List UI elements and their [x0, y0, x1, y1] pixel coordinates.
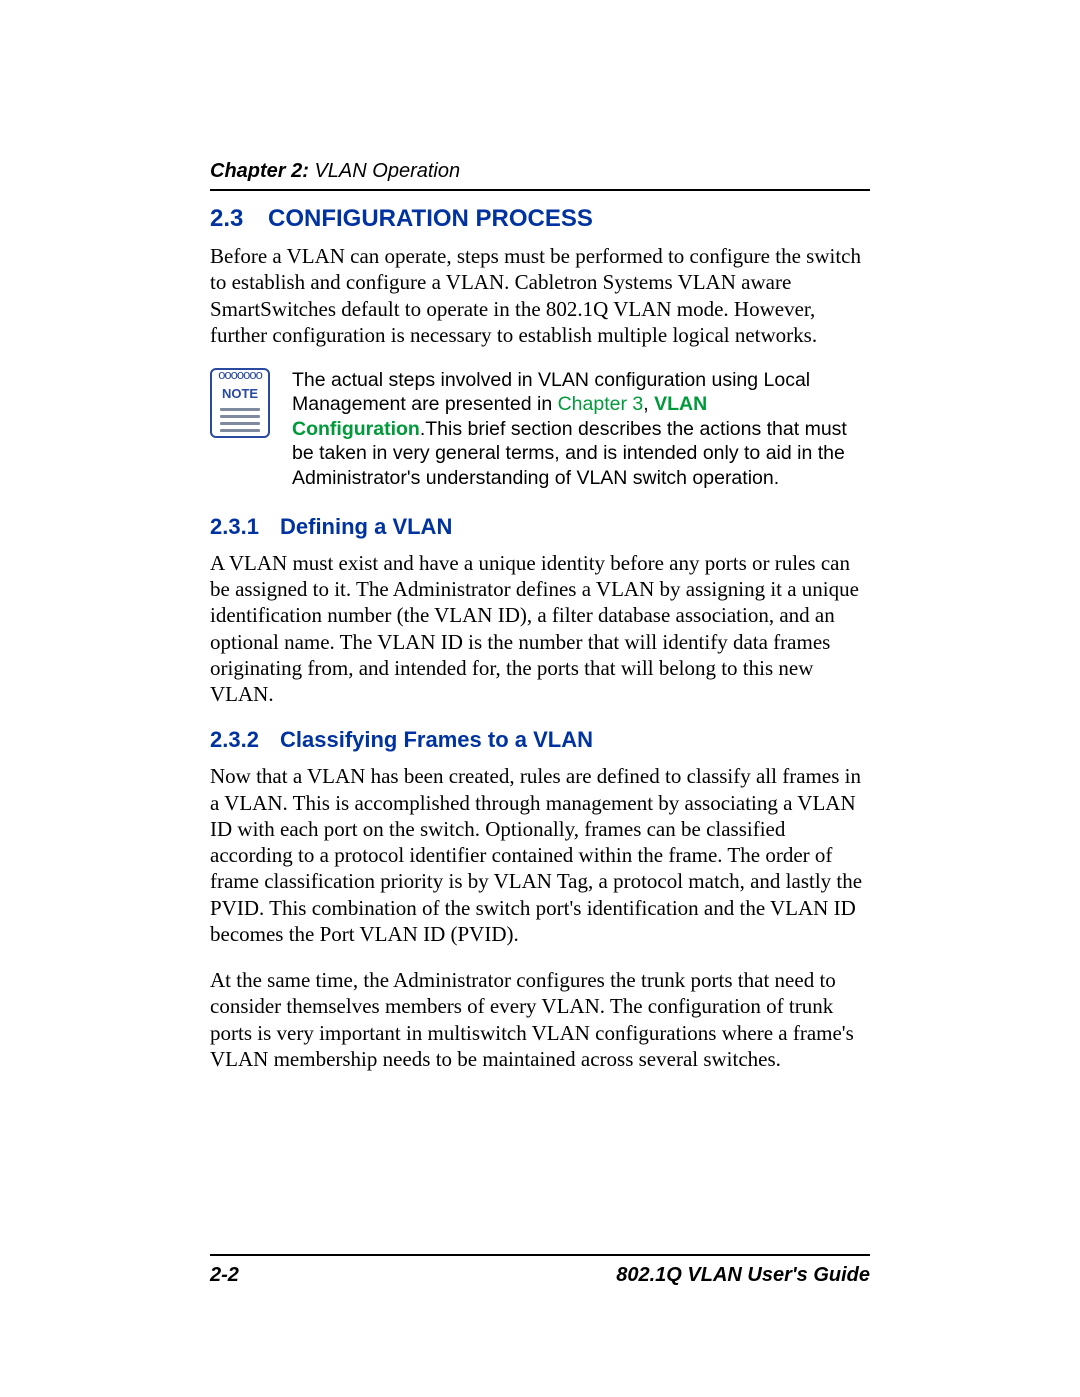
note-block: ooooooo NOTE The actual steps involved i… — [210, 368, 870, 490]
page: Chapter 2: VLAN Operation 2.3CONFIGURATI… — [0, 0, 1080, 1397]
paragraph-2-3-1: A VLAN must exist and have a unique iden… — [210, 550, 870, 708]
section-number: 2.3.2 — [210, 727, 280, 753]
note-icon-label: NOTE — [212, 386, 268, 401]
chapter-title: VLAN Operation — [309, 160, 460, 182]
section-number: 2.3 — [210, 205, 268, 233]
heading-2-3: 2.3CONFIGURATION PROCESS — [210, 205, 870, 233]
paragraph-2-3-2-a: Now that a VLAN has been created, rules … — [210, 763, 870, 947]
section-title: Defining a VLAN — [280, 514, 452, 539]
heading-2-3-2: 2.3.2Classifying Frames to a VLAN — [210, 727, 870, 753]
doc-title: 802.1Q VLAN User's Guide — [616, 1264, 870, 1287]
page-number: 2-2 — [210, 1264, 239, 1287]
paragraph-2-3: Before a VLAN can operate, steps must be… — [210, 243, 870, 348]
section-number: 2.3.1 — [210, 514, 280, 540]
note-sep: , — [643, 393, 654, 415]
header-rule — [210, 189, 870, 191]
running-head: Chapter 2: VLAN Operation — [210, 160, 870, 183]
heading-2-3-1: 2.3.1Defining a VLAN — [210, 514, 870, 540]
chapter-label: Chapter 2: — [210, 160, 309, 182]
note-pre: The actual steps involved in VLAN config… — [292, 369, 810, 415]
note-text: The actual steps involved in VLAN config… — [292, 368, 870, 490]
note-icon: ooooooo NOTE — [210, 368, 270, 438]
section-title: CONFIGURATION PROCESS — [268, 205, 593, 232]
section-title: Classifying Frames to a VLAN — [280, 727, 593, 752]
note-link-chapter[interactable]: Chapter 3 — [558, 393, 644, 415]
paragraph-2-3-2-b: At the same time, the Administrator conf… — [210, 967, 870, 1072]
page-footer: 2-2 802.1Q VLAN User's Guide — [210, 1254, 870, 1287]
